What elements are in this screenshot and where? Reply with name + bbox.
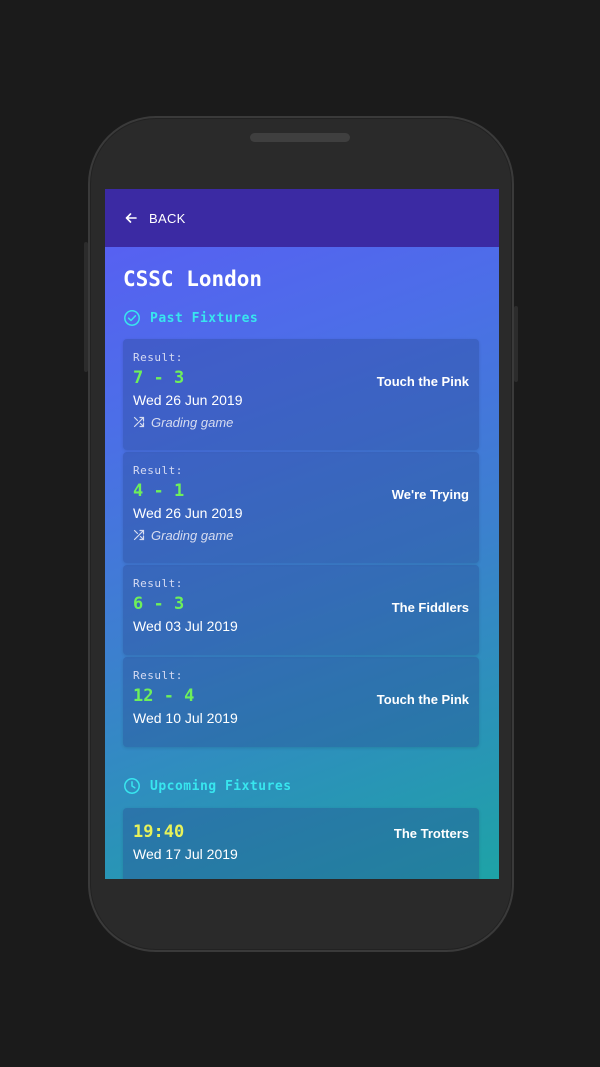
fixture-date: Wed 26 Jun 2019 bbox=[133, 392, 243, 408]
upcoming-fixtures-title: Upcoming Fixtures bbox=[150, 778, 292, 794]
fixture-card[interactable]: Result: 4 - 1 We're Trying Wed 26 Jun 20… bbox=[123, 452, 479, 563]
page-title: CSSC London bbox=[123, 267, 263, 291]
app-bar: BACK bbox=[105, 189, 499, 247]
fixture-opponent: The Fiddlers bbox=[391, 600, 469, 615]
fixture-opponent: Touch the Pink bbox=[376, 692, 469, 707]
fixture-date: Wed 03 Jul 2019 bbox=[133, 618, 238, 634]
fixture-note: Grading game bbox=[133, 414, 469, 430]
fixture-card[interactable]: Result: 6 - 3 The Fiddlers Wed 03 Jul 20… bbox=[123, 565, 479, 655]
fixture-card[interactable]: Result: 12 - 4 Touch the Pink Wed 10 Jul… bbox=[123, 657, 479, 747]
app-screen: BACK CSSC London Past Fixtures Result: 7… bbox=[105, 189, 499, 879]
fixture-opponent: The Trotters bbox=[393, 826, 469, 841]
result-label: Result: bbox=[133, 351, 183, 364]
phone-right-button bbox=[514, 306, 518, 382]
past-fixtures-header: Past Fixtures bbox=[123, 309, 481, 327]
main-content: CSSC London Past Fixtures Result: 7 - 3 … bbox=[123, 247, 481, 879]
result-label: Result: bbox=[133, 577, 183, 590]
clock-icon bbox=[123, 777, 141, 795]
result-label: Result: bbox=[133, 464, 183, 477]
fixture-note-text: Grading game bbox=[151, 527, 234, 543]
back-label: BACK bbox=[149, 210, 186, 226]
shuffle-icon bbox=[133, 529, 145, 541]
fixture-note-text: Grading game bbox=[151, 414, 234, 430]
phone-speaker bbox=[250, 133, 350, 142]
past-fixtures-title: Past Fixtures bbox=[150, 310, 259, 326]
fixture-card[interactable]: Result: 7 - 3 Touch the Pink Wed 26 Jun … bbox=[123, 339, 479, 450]
back-button[interactable]: BACK bbox=[123, 210, 186, 226]
fixture-opponent: Touch the Pink bbox=[376, 374, 469, 389]
arrow-left-icon bbox=[123, 210, 139, 226]
fixture-opponent: We're Trying bbox=[391, 487, 469, 502]
shuffle-icon bbox=[133, 416, 145, 428]
fixture-date: Wed 17 Jul 2019 bbox=[133, 846, 238, 862]
result-label: Result: bbox=[133, 669, 183, 682]
check-circle-icon bbox=[123, 309, 141, 327]
fixture-note: Grading game bbox=[133, 527, 469, 543]
fixture-date: Wed 26 Jun 2019 bbox=[133, 505, 243, 521]
fixture-card[interactable]: 19:40 The Trotters Wed 17 Jul 2019 bbox=[123, 808, 479, 879]
upcoming-fixtures-header: Upcoming Fixtures bbox=[123, 777, 481, 795]
fixture-date: Wed 10 Jul 2019 bbox=[133, 710, 238, 726]
